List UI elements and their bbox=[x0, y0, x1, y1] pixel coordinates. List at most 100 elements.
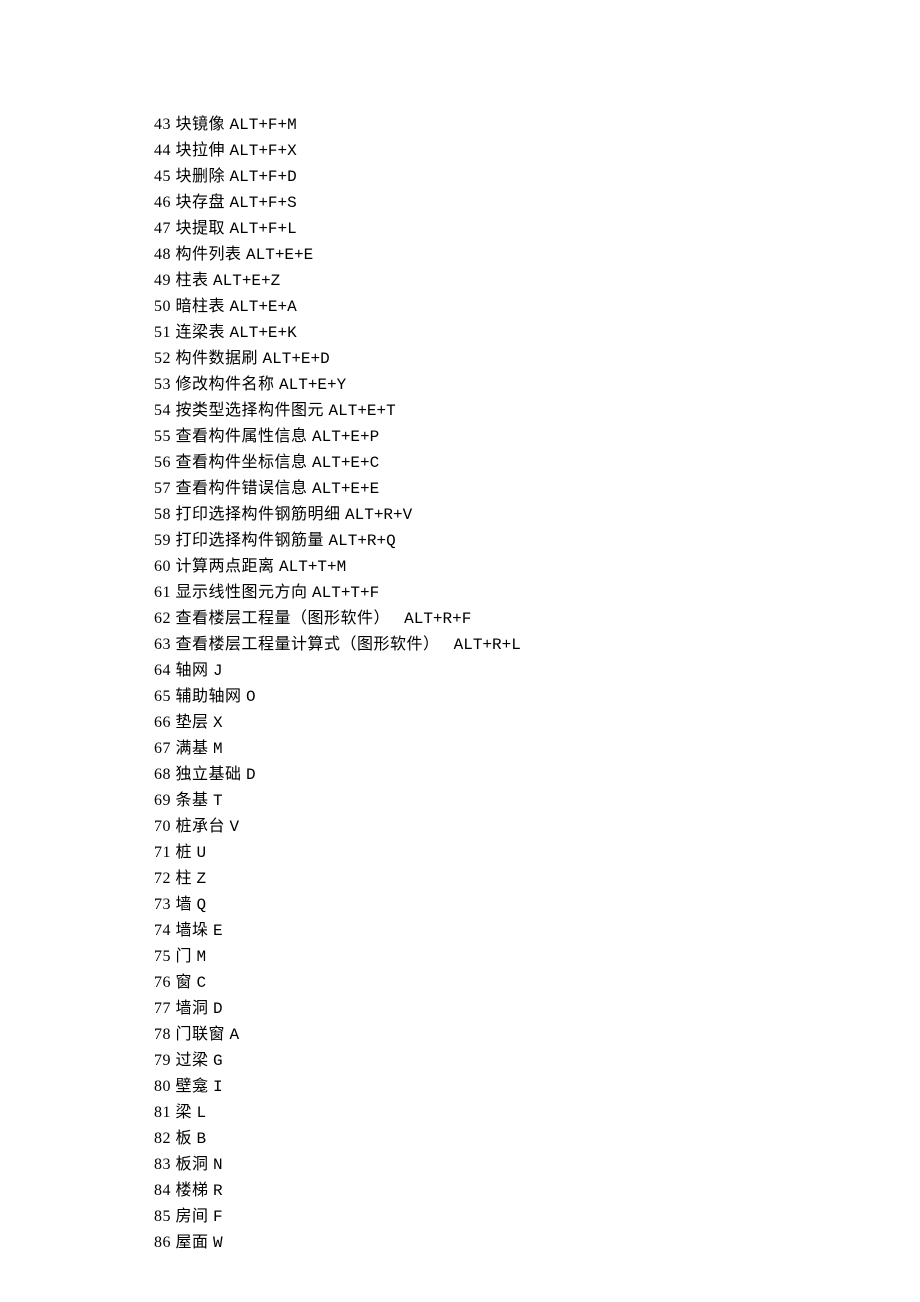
shortcut-line: 75 门 M bbox=[154, 944, 920, 970]
shortcut-line: 56 查看构件坐标信息 ALT+E+C bbox=[154, 450, 920, 476]
line-shortcut: T bbox=[213, 792, 223, 810]
line-number: 59 bbox=[154, 532, 171, 549]
line-shortcut: ALT+E+E bbox=[312, 480, 379, 498]
line-number: 47 bbox=[154, 220, 171, 237]
shortcut-line: 46 块存盘 ALT+F+S bbox=[154, 190, 920, 216]
shortcut-line: 83 板洞 N bbox=[154, 1152, 920, 1178]
line-number: 81 bbox=[154, 1104, 171, 1121]
line-description: 柱表 bbox=[176, 272, 209, 289]
line-shortcut: Z bbox=[197, 870, 207, 888]
line-shortcut: ALT+F+S bbox=[230, 194, 297, 212]
line-description: 门联窗 bbox=[176, 1026, 226, 1043]
line-description: 按类型选择构件图元 bbox=[176, 402, 325, 419]
line-number: 52 bbox=[154, 350, 171, 367]
line-description: 查看楼层工程量计算式（图形软件） bbox=[176, 636, 440, 653]
line-description: 块提取 bbox=[176, 220, 226, 237]
line-shortcut: Q bbox=[197, 896, 207, 914]
shortcut-line: 60 计算两点距离 ALT+T+M bbox=[154, 554, 920, 580]
line-shortcut: ALT+R+L bbox=[444, 636, 521, 654]
line-number: 73 bbox=[154, 896, 171, 913]
shortcut-line: 47 块提取 ALT+F+L bbox=[154, 216, 920, 242]
line-description: 查看构件错误信息 bbox=[176, 480, 308, 497]
line-shortcut: C bbox=[197, 974, 207, 992]
shortcut-line: 79 过梁 G bbox=[154, 1048, 920, 1074]
line-shortcut: ALT+E+D bbox=[263, 350, 330, 368]
line-number: 64 bbox=[154, 662, 171, 679]
shortcut-line: 74 墙垛 E bbox=[154, 918, 920, 944]
line-description: 满基 bbox=[176, 740, 209, 757]
line-shortcut: ALT+E+E bbox=[246, 246, 313, 264]
line-number: 65 bbox=[154, 688, 171, 705]
line-description: 块删除 bbox=[176, 168, 226, 185]
line-shortcut: ALT+R+Q bbox=[329, 532, 396, 550]
line-shortcut: D bbox=[213, 1000, 223, 1018]
shortcut-line: 82 板 B bbox=[154, 1126, 920, 1152]
line-shortcut: M bbox=[197, 948, 207, 966]
shortcut-line: 80 壁龛 I bbox=[154, 1074, 920, 1100]
line-description: 查看构件坐标信息 bbox=[176, 454, 308, 471]
document-content: 43 块镜像 ALT+F+M44 块拉伸 ALT+F+X45 块删除 ALT+F… bbox=[0, 0, 920, 1256]
shortcut-line: 55 查看构件属性信息 ALT+E+P bbox=[154, 424, 920, 450]
line-shortcut: ALT+E+Z bbox=[213, 272, 280, 290]
line-number: 51 bbox=[154, 324, 171, 341]
line-shortcut: M bbox=[213, 740, 223, 758]
line-shortcut: ALT+T+F bbox=[312, 584, 379, 602]
shortcut-line: 50 暗柱表 ALT+E+A bbox=[154, 294, 920, 320]
shortcut-line: 63 查看楼层工程量计算式（图形软件） ALT+R+L bbox=[154, 632, 920, 658]
line-number: 57 bbox=[154, 480, 171, 497]
line-description: 构件数据刷 bbox=[176, 350, 259, 367]
line-shortcut: ALT+F+X bbox=[230, 142, 297, 160]
line-shortcut: W bbox=[213, 1234, 223, 1252]
line-shortcut: D bbox=[246, 766, 256, 784]
shortcut-line: 81 梁 L bbox=[154, 1100, 920, 1126]
shortcut-line: 69 条基 T bbox=[154, 788, 920, 814]
line-description: 打印选择构件钢筋量 bbox=[176, 532, 325, 549]
line-shortcut: L bbox=[197, 1104, 207, 1122]
line-shortcut: ALT+F+D bbox=[230, 168, 297, 186]
line-shortcut: F bbox=[213, 1208, 223, 1226]
line-description: 独立基础 bbox=[176, 766, 242, 783]
line-shortcut: ALT+E+Y bbox=[279, 376, 346, 394]
line-number: 48 bbox=[154, 246, 171, 263]
line-description: 暗柱表 bbox=[176, 298, 226, 315]
line-description: 板 bbox=[176, 1130, 193, 1147]
shortcut-line: 66 垫层 X bbox=[154, 710, 920, 736]
shortcut-line: 86 屋面 W bbox=[154, 1230, 920, 1256]
line-number: 62 bbox=[154, 610, 171, 627]
line-shortcut: B bbox=[197, 1130, 207, 1148]
shortcut-line: 43 块镜像 ALT+F+M bbox=[154, 112, 920, 138]
line-description: 墙垛 bbox=[176, 922, 209, 939]
shortcut-line: 65 辅助轴网 O bbox=[154, 684, 920, 710]
shortcut-line: 53 修改构件名称 ALT+E+Y bbox=[154, 372, 920, 398]
line-description: 轴网 bbox=[176, 662, 209, 679]
line-shortcut: E bbox=[213, 922, 223, 940]
line-number: 49 bbox=[154, 272, 171, 289]
shortcut-line: 57 查看构件错误信息 ALT+E+E bbox=[154, 476, 920, 502]
line-description: 门 bbox=[176, 948, 193, 965]
line-description: 楼梯 bbox=[176, 1182, 209, 1199]
line-number: 45 bbox=[154, 168, 171, 185]
line-description: 梁 bbox=[176, 1104, 193, 1121]
line-number: 85 bbox=[154, 1208, 171, 1225]
line-shortcut: G bbox=[213, 1052, 223, 1070]
line-number: 58 bbox=[154, 506, 171, 523]
line-description: 桩承台 bbox=[176, 818, 226, 835]
shortcut-line: 64 轴网 J bbox=[154, 658, 920, 684]
shortcut-line: 72 柱 Z bbox=[154, 866, 920, 892]
shortcut-line: 76 窗 C bbox=[154, 970, 920, 996]
line-description: 查看构件属性信息 bbox=[176, 428, 308, 445]
line-number: 79 bbox=[154, 1052, 171, 1069]
line-description: 计算两点距离 bbox=[176, 558, 275, 575]
line-number: 76 bbox=[154, 974, 171, 991]
line-number: 86 bbox=[154, 1234, 171, 1251]
line-shortcut: ALT+E+K bbox=[230, 324, 297, 342]
line-shortcut: X bbox=[213, 714, 223, 732]
line-description: 屋面 bbox=[176, 1234, 209, 1251]
line-number: 80 bbox=[154, 1078, 171, 1095]
shortcut-line: 73 墙 Q bbox=[154, 892, 920, 918]
shortcut-line: 68 独立基础 D bbox=[154, 762, 920, 788]
line-shortcut: ALT+E+P bbox=[312, 428, 379, 446]
line-shortcut: ALT+E+T bbox=[329, 402, 396, 420]
line-number: 66 bbox=[154, 714, 171, 731]
line-number: 56 bbox=[154, 454, 171, 471]
